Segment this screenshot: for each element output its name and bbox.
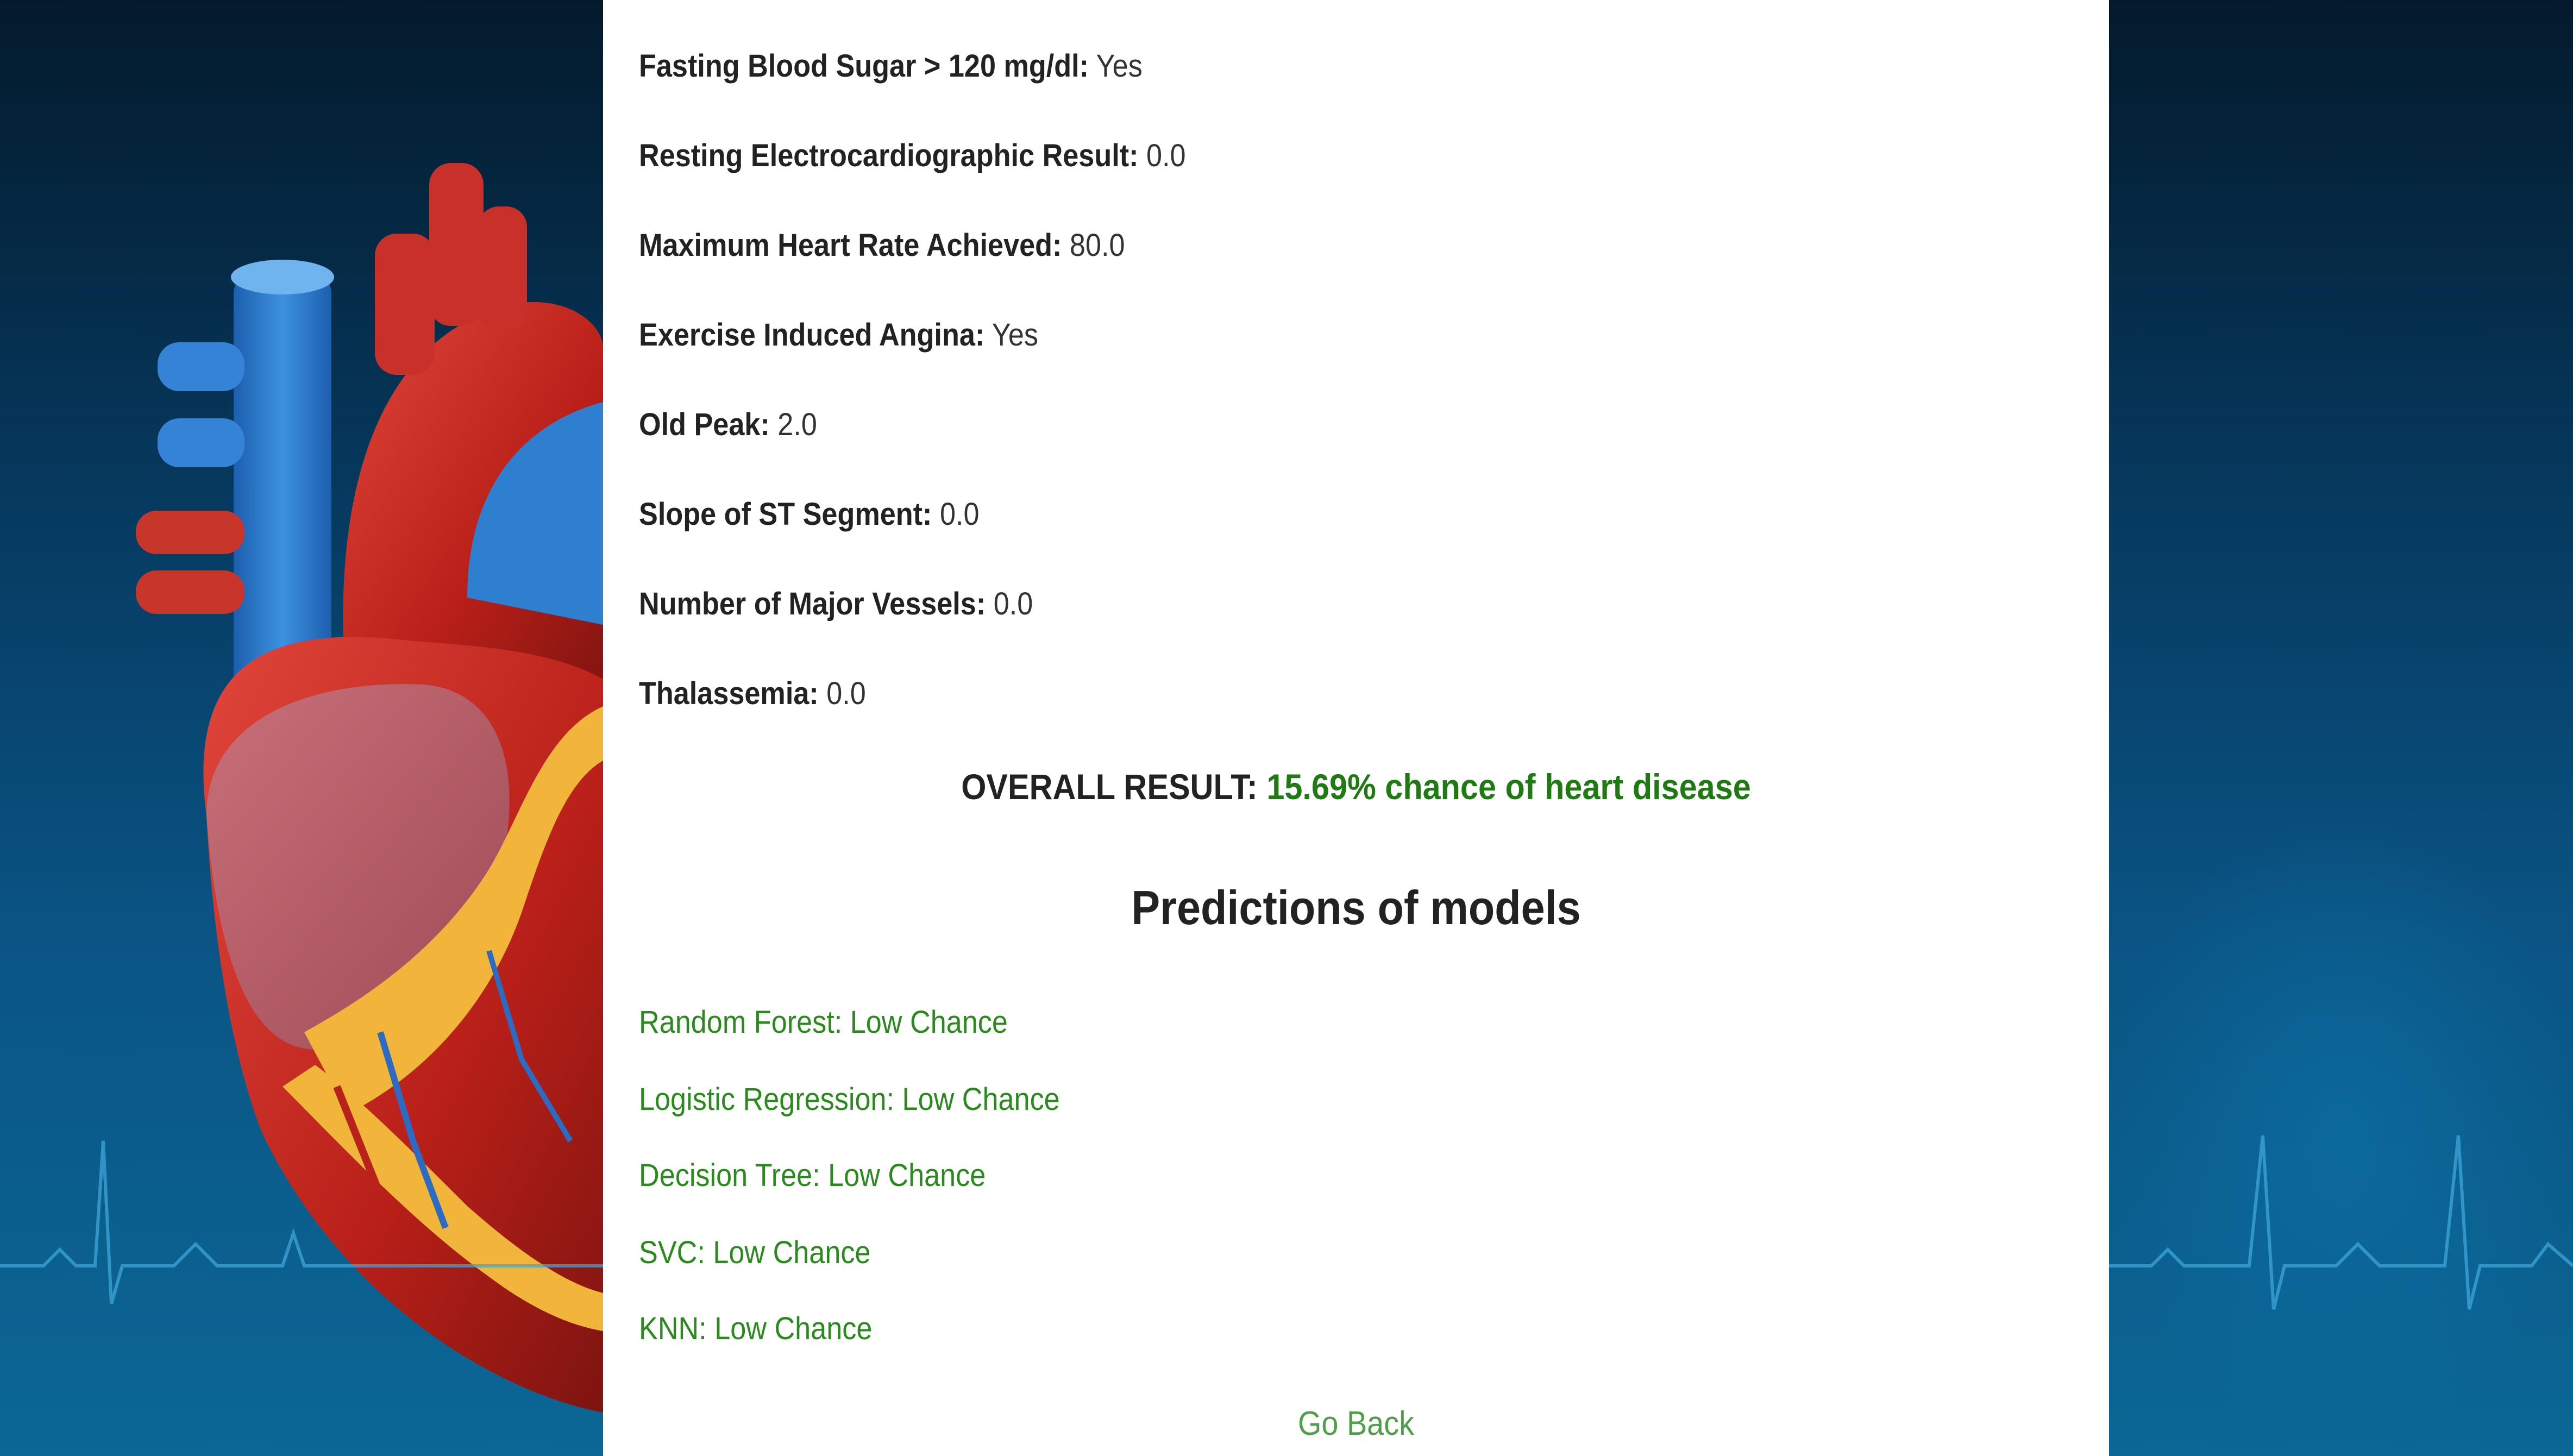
- field-label: Resting Electrocardiographic Result:: [639, 138, 1139, 173]
- field-label: Exercise Induced Angina:: [639, 317, 985, 353]
- field-value: 0.0: [826, 676, 866, 711]
- go-back-link[interactable]: Go Back: [711, 1404, 2001, 1443]
- overall-result-value: 15.69% chance of heart disease: [1266, 767, 1751, 807]
- field-label: Fasting Blood Sugar > 120 mg/dl:: [639, 48, 1089, 84]
- result-panel: Fasting Blood Sugar > 120 mg/dl: Yes Res…: [603, 0, 2109, 1456]
- field-value: 0.0: [993, 586, 1033, 622]
- field-thalassemia: Thalassemia: 0.0: [639, 675, 866, 712]
- field-value: 0.0: [939, 497, 980, 532]
- field-st-slope: Slope of ST Segment: 0.0: [639, 496, 980, 532]
- heart-illustration: [136, 163, 604, 1413]
- prediction-random-forest: Random Forest: Low Chance: [639, 1005, 1008, 1040]
- overall-result: OVERALL RESULT: 15.69% chance of heart d…: [711, 766, 2001, 807]
- field-resting-ecg: Resting Electrocardiographic Result: 0.0: [639, 137, 1186, 174]
- right-glow: [2109, 815, 2573, 1456]
- field-fasting-blood-sugar: Fasting Blood Sugar > 120 mg/dl: Yes: [639, 48, 1143, 84]
- field-value: 0.0: [1146, 138, 1186, 173]
- field-label: Number of Major Vessels:: [639, 586, 986, 622]
- field-old-peak: Old Peak: 2.0: [639, 406, 817, 443]
- prediction-decision-tree: Decision Tree: Low Chance: [639, 1158, 986, 1193]
- overall-result-label: OVERALL RESULT:: [961, 767, 1258, 807]
- prediction-knn: KNN: Low Chance: [639, 1311, 873, 1346]
- prediction-svc: SVC: Low Chance: [639, 1235, 871, 1270]
- prediction-logistic-regression: Logistic Regression: Low Chance: [639, 1082, 1060, 1117]
- field-max-heart-rate: Maximum Heart Rate Achieved: 80.0: [639, 227, 1125, 263]
- field-label: Slope of ST Segment:: [639, 497, 932, 532]
- predictions-heading: Predictions of models: [1131, 881, 1581, 934]
- field-label: Thalassemia:: [639, 676, 819, 711]
- field-label: Maximum Heart Rate Achieved:: [639, 228, 1062, 263]
- field-value: Yes: [991, 317, 1038, 353]
- field-major-vessels: Number of Major Vessels: 0.0: [639, 586, 1033, 622]
- field-label: Old Peak:: [639, 407, 770, 442]
- field-value: 80.0: [1069, 228, 1125, 263]
- field-value: Yes: [1096, 48, 1143, 84]
- field-exercise-angina: Exercise Induced Angina: Yes: [639, 317, 1038, 353]
- field-value: 2.0: [777, 407, 817, 442]
